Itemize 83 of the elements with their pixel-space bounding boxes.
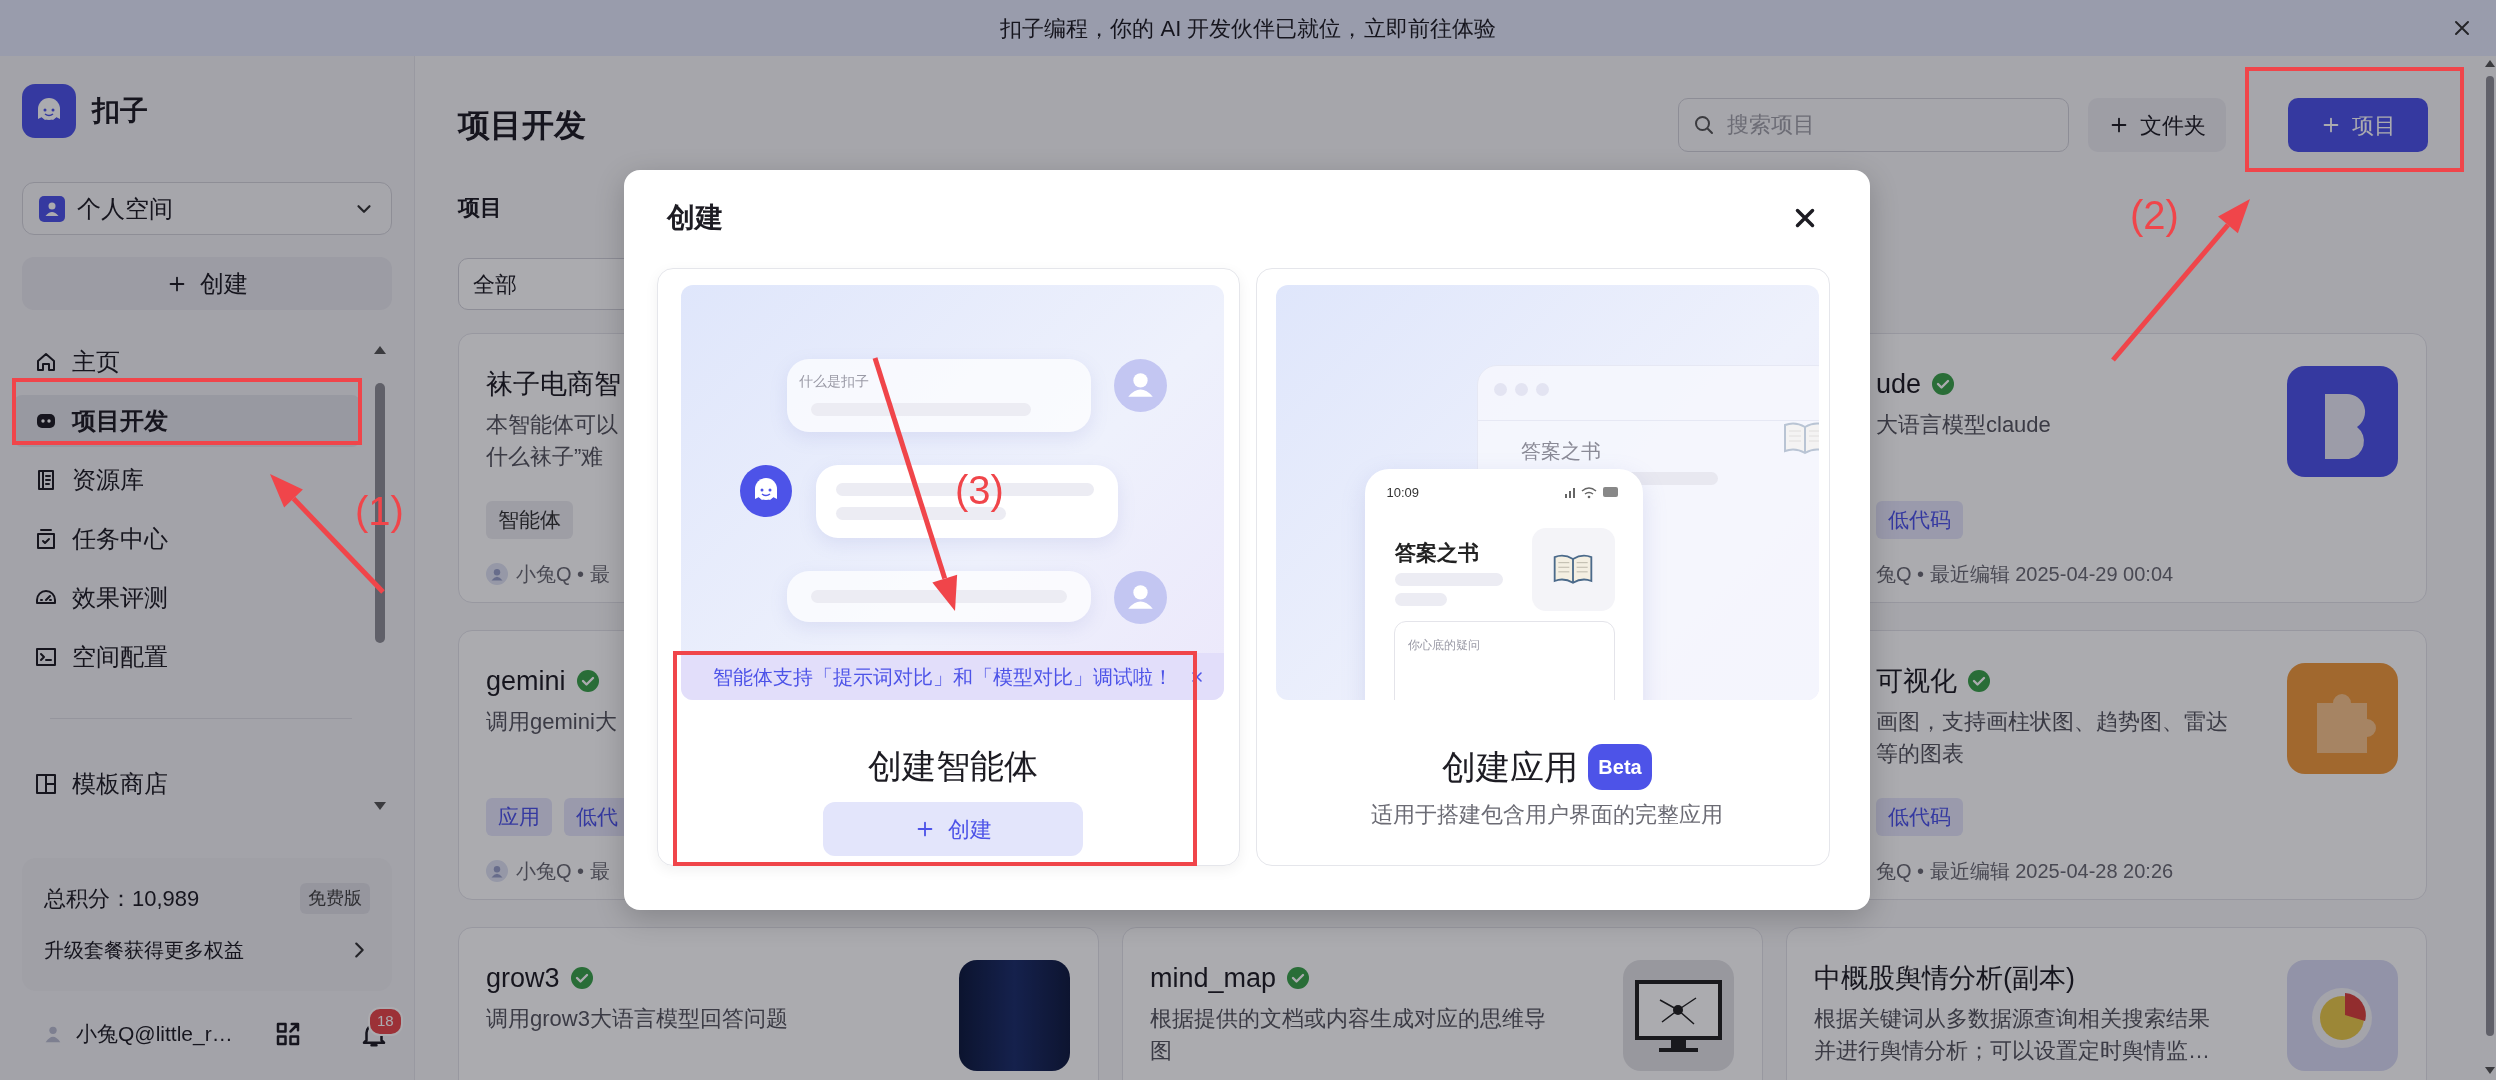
project-card[interactable]: mind_map 根据提供的文档或内容生成对应的思维导 图 [1122, 927, 1763, 1080]
new-folder-button[interactable]: 文件夹 [2088, 98, 2226, 152]
sidebar-item[interactable]: 空间配置 [14, 631, 360, 683]
puzzle-icon [2287, 663, 2398, 774]
project-tag: 低代码 [1876, 798, 1963, 836]
terminal-icon [34, 645, 58, 669]
annotation-label: (3) [955, 467, 1004, 514]
user-name: 小兔Q@little_r… [76, 1021, 233, 1048]
project-tag: 应用 [486, 798, 552, 836]
page-title: 项目开发 [458, 106, 587, 145]
logo-icon [2287, 366, 2398, 477]
window-title: 答案之书 [1520, 439, 1601, 464]
project-description: 调用gemini大 [486, 708, 618, 736]
project-card[interactable]: grow3 调用grow3大语言模型回答问题 [458, 927, 1099, 1080]
project-tag: 低代码 [1876, 501, 1963, 539]
project-title: ude [1876, 368, 1922, 401]
notice-text: 智能体支持「提示词对比」和「模型对比」调试啦！ [713, 664, 1173, 690]
logo-icon [22, 84, 76, 138]
option-description: 适用于搭建包含用户界面的完整应用 [1371, 801, 1723, 829]
space-selector[interactable]: 个人空间 [22, 182, 392, 235]
project-meta: 兔Q • 最近编辑 2025-04-29 00:04 [1876, 562, 2174, 587]
user-icon [39, 195, 65, 222]
filter-label: 项目 [458, 194, 502, 222]
project-title: grow3 [486, 962, 560, 995]
scrollbar-thumb[interactable] [2486, 76, 2494, 1036]
beta-tag: Beta [1588, 744, 1652, 790]
scroll-down-icon [2484, 1066, 2496, 1076]
sidebar-item[interactable]: 主页 [14, 336, 360, 388]
plan-tag: 免费版 [300, 883, 370, 914]
banner-link[interactable]: 立即前往体验 [1363, 15, 1496, 41]
user-avatar-icon [1114, 359, 1167, 412]
project-meta: 小兔Q • 最 [516, 562, 610, 587]
project-card[interactable]: 中概股舆情分析(副本) 根据关键词从多数据源查询相关搜索结果 并进行舆情分析；可以设置定时舆情监… [1786, 927, 2427, 1080]
project-description: 大语言模型claude [1876, 411, 2052, 439]
dialog-title: 创建 [665, 201, 723, 235]
option-card[interactable]: 答案之书 10:09 答案之书 你心底的疑问 创建应用 Beta 适用于搭建包含用户界面的完整应用 [1256, 268, 1830, 866]
project-description: 并进行舆情分析；可以设置定时舆情监… [1814, 1037, 2210, 1065]
option-title: 创建应用 [1442, 747, 1579, 788]
banner-message: 扣子编程，你的 AI 开发伙伴已就位，立即前往体验 [1000, 14, 1496, 43]
project-title: gemini [486, 665, 566, 698]
layout-icon [34, 772, 58, 796]
sidebar-item[interactable]: 效果评测 [14, 572, 360, 624]
brand-name: 扣子 [92, 94, 148, 128]
phone-time: 10:09 [1386, 484, 1420, 502]
create-button[interactable]: 创建 [22, 257, 392, 310]
calendar-check-icon [34, 527, 58, 551]
sidebar-item[interactable]: 项目开发 [14, 395, 360, 447]
sidebar-item[interactable]: 资源库 [14, 454, 360, 506]
app-title: 答案之书 [1394, 540, 1479, 566]
scroll-up-icon [2484, 58, 2496, 68]
project-meta: 兔Q • 最近编辑 2025-04-28 20:26 [1876, 859, 2174, 884]
project-description: 画图，支持画柱状图、趋势图、雷达 [1876, 708, 2228, 736]
project-title: mind_map [1150, 962, 1277, 995]
create-button[interactable]: 创建 [822, 802, 1083, 856]
project-title: 袜子电商智 [486, 368, 621, 401]
project-description: 本智能体可以 [486, 411, 619, 439]
project-description: 图 [1150, 1037, 1173, 1065]
new-project-button[interactable]: 项目 [2288, 98, 2428, 152]
monitor-icon [1623, 960, 1734, 1071]
project-tag: 智能体 [486, 501, 573, 539]
notification-count: 18 [368, 1007, 403, 1036]
upgrade-link[interactable]: 升级套餐获得更多权益 [44, 935, 244, 965]
project-description: 等的图表 [1876, 740, 1965, 768]
project-description: 什么袜子”难 [486, 443, 605, 471]
search-field[interactable]: 搜索项目 [1678, 98, 2069, 152]
bot-avatar-icon [740, 465, 792, 517]
project-meta: 小兔Q • 最 [516, 859, 610, 884]
pie-chart-icon [2287, 960, 2398, 1071]
project-title: 可视化 [1876, 665, 1957, 698]
option-title: 创建智能体 [867, 746, 1038, 787]
sidebar-item[interactable]: 模板商店 [14, 758, 360, 810]
search-icon [1692, 113, 1716, 137]
project-description: 调用grow3大语言模型回答问题 [486, 1005, 788, 1033]
user-avatar-icon [1114, 571, 1167, 624]
question-box: 你心底的疑问 [1393, 621, 1615, 700]
home-icon [34, 350, 58, 374]
project-title: 中概股舆情分析(副本) [1814, 962, 2075, 995]
annotation-label: (2) [2130, 192, 2179, 239]
bubble-text: 什么是扣子 [799, 372, 869, 391]
points-total: 总积分：10,989 [44, 885, 200, 913]
project-description: 根据关键词从多数据源查询相关搜索结果 [1814, 1005, 2210, 1033]
project-description: 根据提供的文档或内容生成对应的思维导 [1150, 1005, 1546, 1033]
status-icons [1564, 485, 1621, 499]
